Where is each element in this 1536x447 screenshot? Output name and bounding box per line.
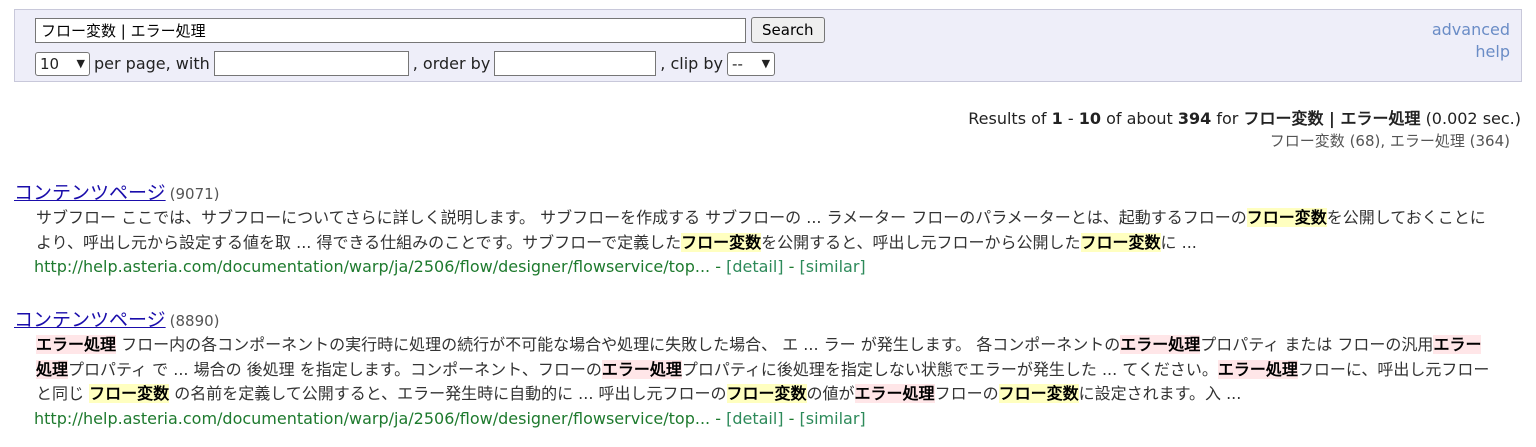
order-by-label: , order by bbox=[412, 54, 491, 73]
advanced-link[interactable]: advanced bbox=[1432, 19, 1510, 41]
summary-time: (0.002 sec.) bbox=[1425, 109, 1521, 128]
separator: - bbox=[788, 257, 795, 276]
chevron-down-icon: ▼ bbox=[76, 57, 85, 70]
snippet-text: の名前を定義して公開すると、エラー発生時に自動的に ... 呼出し元フローの bbox=[169, 384, 727, 403]
summary-total: 394 bbox=[1177, 109, 1212, 128]
summary-prefix: Results of bbox=[968, 109, 1047, 128]
similar-link[interactable]: [similar] bbox=[800, 409, 866, 428]
snippet-text: サブフロー ここでは、サブフローについてさらに詳しく説明します。 サブフローを作… bbox=[36, 208, 1247, 227]
summary-dash: - bbox=[1067, 109, 1074, 128]
result-snippet: エラー処理 フロー内の各コンポーネントの実行時に処理の続行が不可能な場合や処理に… bbox=[36, 333, 1494, 407]
snippet-text: フローの bbox=[934, 384, 999, 403]
result-title-link[interactable]: コンテンツページ bbox=[14, 182, 166, 204]
snippet-text: の値が bbox=[806, 384, 855, 403]
highlight-term: フロー変数 bbox=[1080, 232, 1161, 252]
search-button[interactable]: Search bbox=[751, 17, 825, 43]
clip-by-label: , clip by bbox=[660, 54, 724, 73]
separator: - bbox=[715, 408, 721, 428]
highlight-term: エラー処理 bbox=[854, 384, 935, 403]
result-url-line: http://help.asteria.com/documentation/wa… bbox=[34, 407, 1504, 431]
summary-query: フロー変数 | エラー処理 bbox=[1243, 109, 1421, 128]
highlight-term: フロー変数 bbox=[681, 232, 762, 252]
summary-to: 10 bbox=[1078, 109, 1102, 128]
search-input[interactable] bbox=[35, 17, 746, 43]
result-count: (9071) bbox=[169, 185, 220, 203]
similar-link[interactable]: [similar] bbox=[800, 257, 866, 276]
results-summary: Results of 1 - 10 of about 394 for フロー変数… bbox=[968, 105, 1521, 129]
result-title-link[interactable]: コンテンツページ bbox=[14, 309, 166, 331]
per-page-label: per page, with bbox=[94, 54, 210, 73]
result-title-row: コンテンツページ (8890) bbox=[14, 308, 1504, 333]
chevron-down-icon: ▼ bbox=[761, 57, 771, 70]
snippet-text: に ... bbox=[1160, 232, 1197, 252]
summary-for: for bbox=[1216, 109, 1239, 128]
clip-by-value: -- bbox=[732, 54, 743, 73]
separator: - bbox=[715, 257, 721, 276]
with-input[interactable] bbox=[213, 51, 409, 76]
help-link[interactable]: help bbox=[1432, 41, 1510, 63]
highlight-term: フロー変数 bbox=[89, 384, 170, 403]
result-snippet: サブフロー ここでは、サブフローについてさらに詳しく説明します。 サブフローを作… bbox=[36, 206, 1494, 255]
result-url: http://help.asteria.com/documentation/wa… bbox=[34, 257, 711, 276]
highlight-term: エラー処理 bbox=[601, 359, 682, 379]
result-url-line: http://help.asteria.com/documentation/wa… bbox=[34, 255, 1504, 279]
result-item: コンテンツページ (8890) エラー処理 フロー内の各コンポーネントの実行時に処… bbox=[14, 308, 1504, 431]
detail-link[interactable]: [detail] bbox=[726, 257, 783, 276]
snippet-text: プロパティ または フローの汎用 bbox=[1200, 335, 1434, 354]
search-row: Search bbox=[35, 17, 825, 43]
clip-by-select[interactable]: -- ▼ bbox=[727, 51, 776, 76]
highlight-term: フロー変数 bbox=[1246, 208, 1327, 227]
order-by-input[interactable] bbox=[494, 51, 657, 76]
result-item: コンテンツページ (9071) サブフロー ここでは、サブフローについてさらに詳し… bbox=[14, 181, 1504, 279]
per-page-value: 10 bbox=[40, 54, 60, 73]
snippet-text: プロパティ で ... 場合の 後処理 を指定します。コンポーネント、フローの bbox=[68, 359, 602, 379]
separator: - bbox=[788, 408, 795, 428]
summary-of-about: of about bbox=[1106, 109, 1173, 128]
snippet-text: プロパティに後処理を指定しない状態でエラーが発生した ... てください。 bbox=[681, 359, 1218, 379]
snippet-text: に設定されます。入 ... bbox=[1078, 384, 1242, 403]
result-url: http://help.asteria.com/documentation/wa… bbox=[34, 408, 711, 428]
highlight-term: エラー処理 bbox=[1217, 359, 1298, 379]
snippet-text: を公開すると、呼出し元フローから公開した bbox=[761, 232, 1081, 252]
summary-from: 1 bbox=[1051, 109, 1063, 128]
snippet-text: フロー内の各コンポーネントの実行時に処理の続行が不可能な場合や処理に失敗した場合… bbox=[116, 335, 1121, 354]
result-count: (8890) bbox=[169, 312, 220, 330]
highlight-term: フロー変数 bbox=[726, 384, 807, 403]
top-links: advanced help bbox=[1432, 19, 1510, 63]
highlight-term: エラー処理 bbox=[1120, 335, 1201, 354]
result-title-row: コンテンツページ (9071) bbox=[14, 181, 1504, 206]
detail-link[interactable]: [detail] bbox=[726, 409, 783, 428]
highlight-term: エラー処理 bbox=[36, 335, 117, 354]
per-page-select[interactable]: 10 ▼ bbox=[35, 51, 90, 76]
options-row: 10 ▼ per page, with , order by , clip by… bbox=[35, 51, 776, 76]
search-panel: Search 10 ▼ per page, with , order by , … bbox=[14, 9, 1522, 82]
term-counts: フロー変数 (68), エラー処理 (364) bbox=[1269, 132, 1510, 150]
highlight-term: フロー変数 bbox=[998, 384, 1079, 403]
